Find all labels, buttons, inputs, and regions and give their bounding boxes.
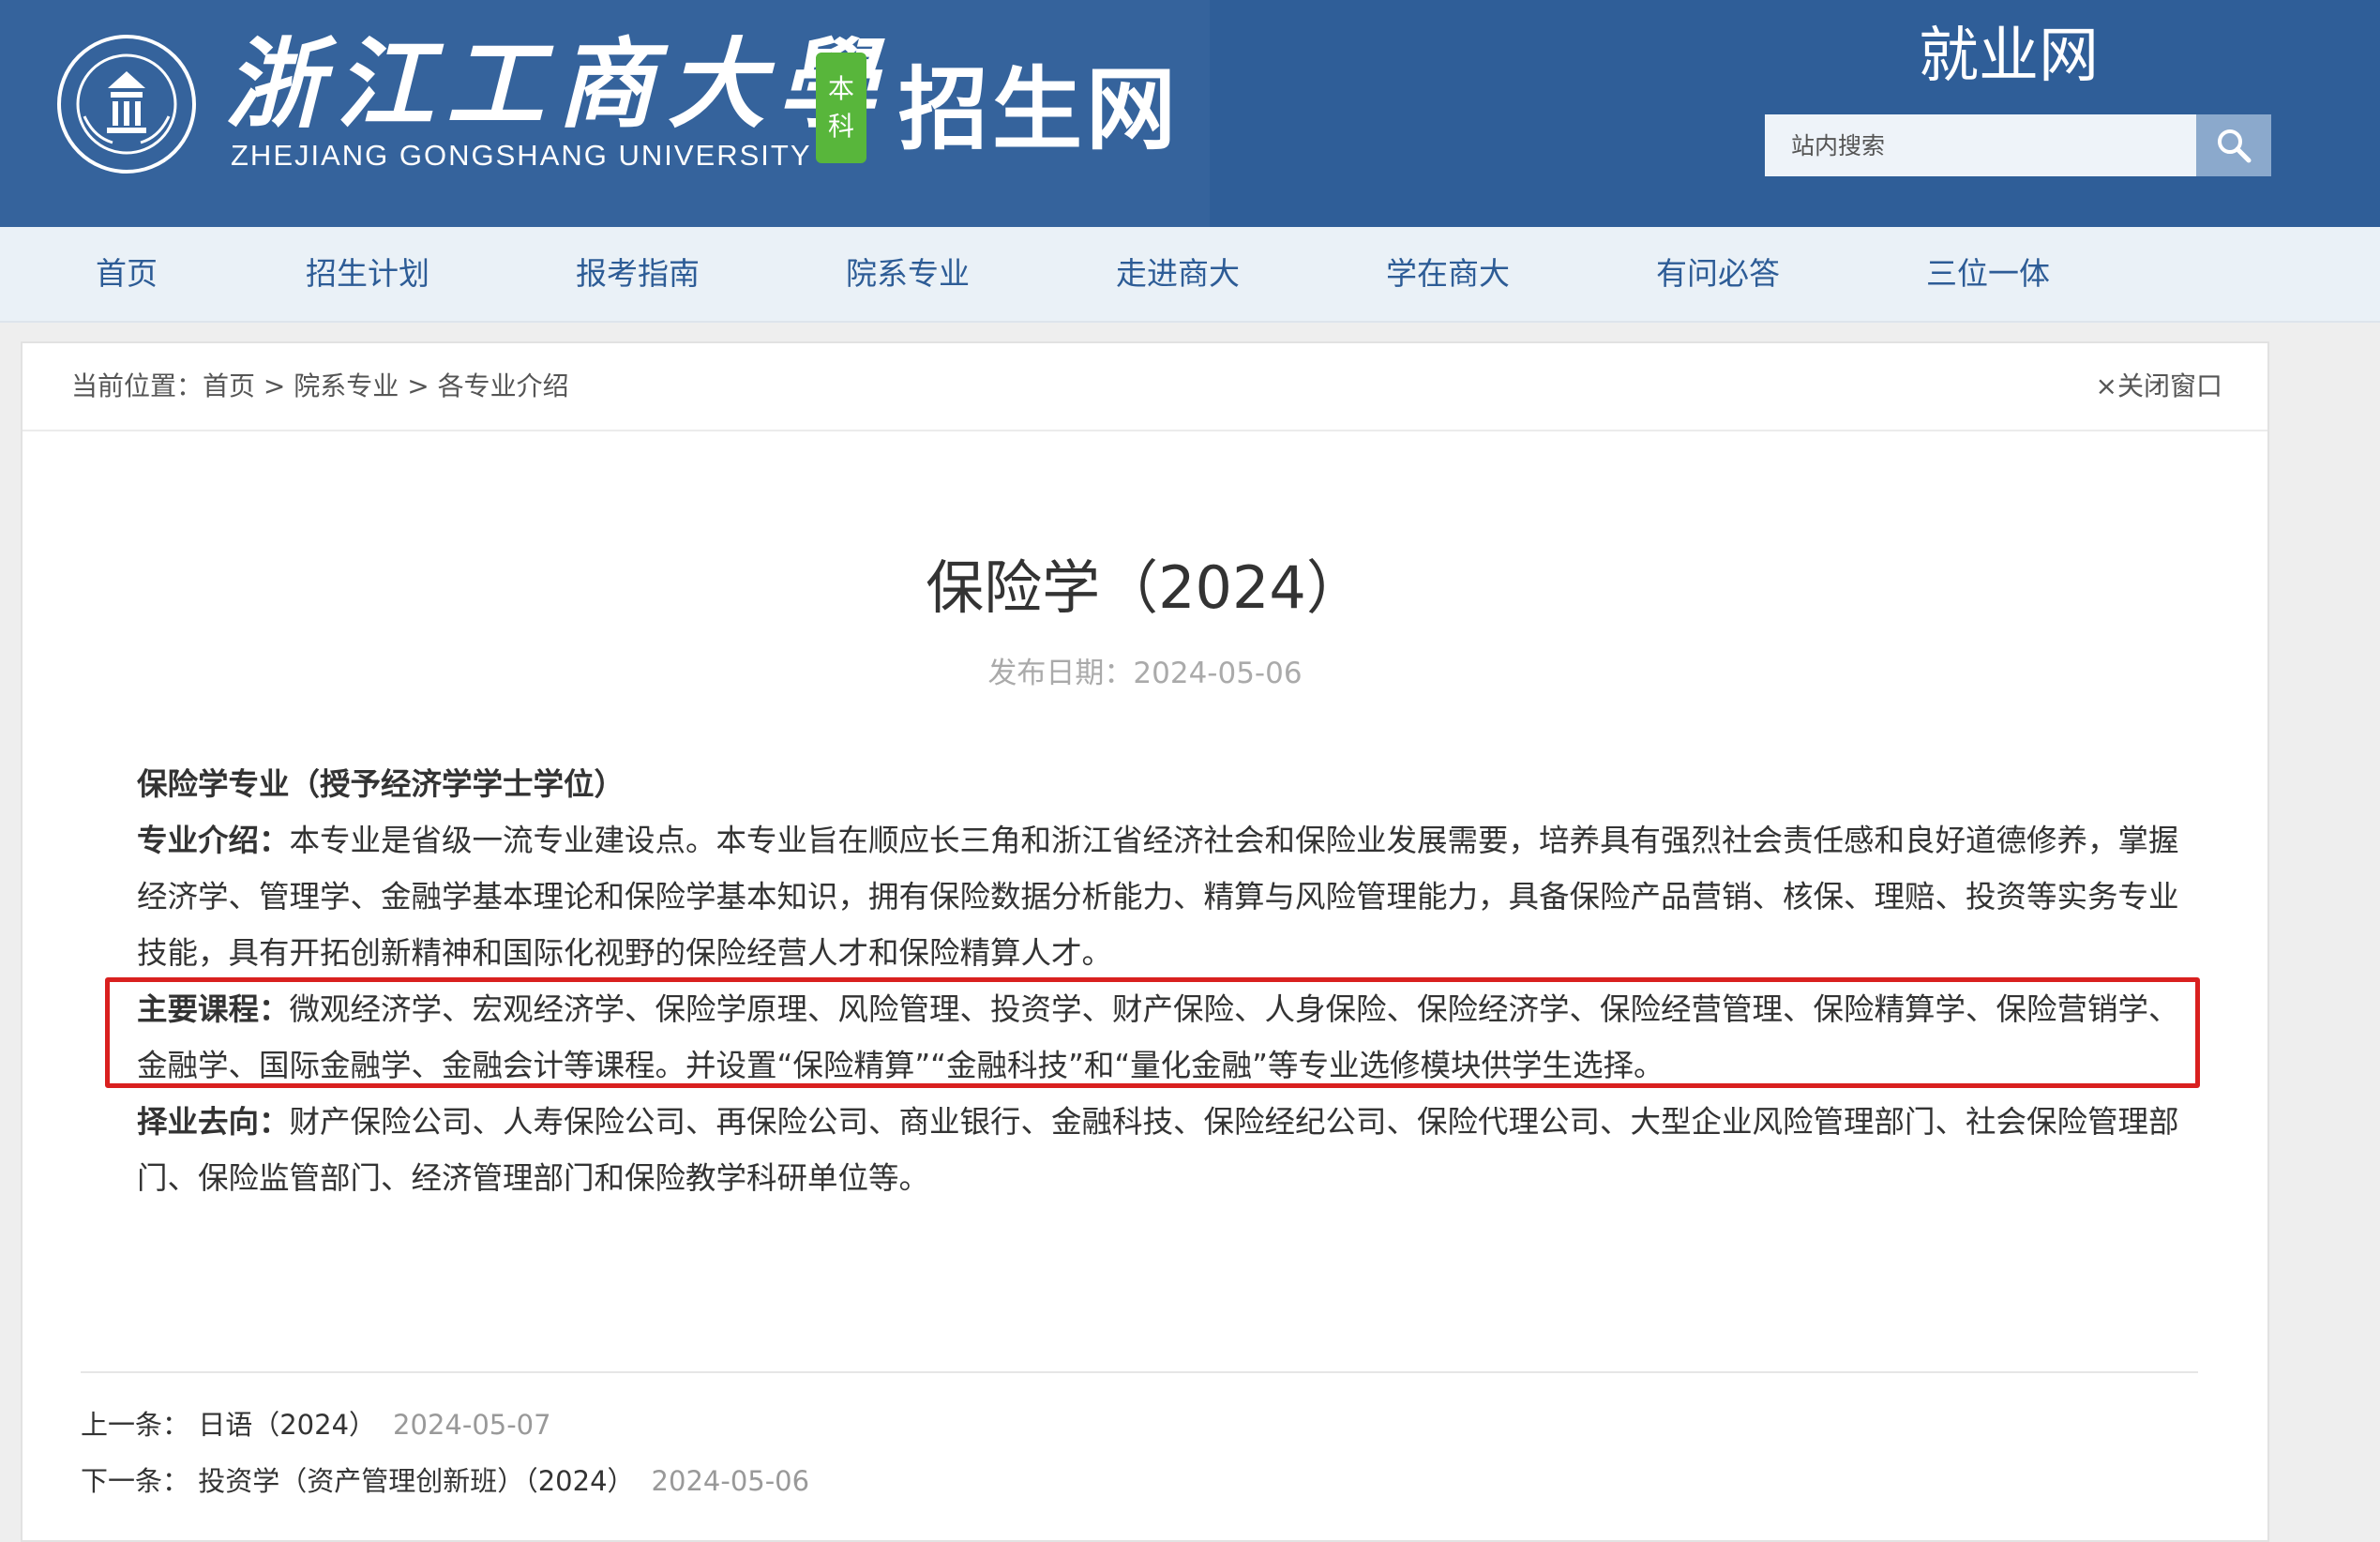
nav-item-three-in-one[interactable]: 三位一体 bbox=[1926, 227, 2050, 321]
next-article-date: 2024-05-06 bbox=[651, 1465, 810, 1497]
major-heading: 保险学专业（授予经济学学士学位） bbox=[137, 756, 2181, 812]
breadcrumb-separator: > bbox=[255, 370, 294, 401]
prev-article-date: 2024-05-07 bbox=[393, 1409, 551, 1441]
breadcrumb: 当前位置：首页 > 院系专业 > 各专业介绍 bbox=[71, 366, 569, 403]
intro-text: 本专业是省级一流专业建设点。本专业旨在顺应长三角和浙江省经济社会和保险业发展需要… bbox=[137, 823, 2179, 971]
search-button[interactable] bbox=[2196, 114, 2271, 176]
breadcrumb-bar: 当前位置：首页 > 院系专业 > 各专业介绍 ×关闭窗口 bbox=[23, 343, 2267, 431]
next-label: 下一条： bbox=[81, 1465, 190, 1497]
site-header: 浙江工商大學 ZHEJIANG GONGSHANG UNIVERSITY 本 科… bbox=[0, 0, 2380, 227]
careers-text: 财产保险公司、人寿保险公司、再保险公司、商业银行、金融科技、保险经纪公司、保险代… bbox=[137, 1104, 2179, 1196]
nav-item-departments[interactable]: 院系专业 bbox=[846, 227, 970, 321]
careers-paragraph: 择业去向：财产保险公司、人寿保险公司、再保险公司、商业银行、金融科技、保险经纪公… bbox=[137, 1094, 2181, 1206]
university-name-en: ZHEJIANG GONGSHANG UNIVERSITY bbox=[231, 139, 812, 172]
nav-item-application-guide[interactable]: 报考指南 bbox=[576, 227, 700, 321]
nav-item-about[interactable]: 走进商大 bbox=[1116, 227, 1240, 321]
next-article: 下一条： 投资学（资产管理创新班）（2024） 2024-05-06 bbox=[81, 1459, 809, 1499]
nav-item-enrollment-plan[interactable]: 招生计划 bbox=[306, 227, 429, 321]
publish-date: 发布日期：2024-05-06 bbox=[987, 657, 1303, 690]
university-name-cn: 浙江工商大學 bbox=[225, 26, 890, 142]
site-name: 招生网 bbox=[898, 57, 1180, 162]
employment-link[interactable]: 就业网 bbox=[1919, 17, 2099, 96]
breadcrumb-separator: > bbox=[399, 370, 438, 401]
courses-highlight-box bbox=[105, 977, 2200, 1088]
careers-label: 择业去向： bbox=[137, 1104, 290, 1140]
intro-label: 专业介绍： bbox=[137, 823, 290, 858]
close-window-button[interactable]: ×关闭窗口 bbox=[2096, 366, 2222, 403]
main-nav: 首页 招生计划 报考指南 院系专业 走进商大 学在商大 有问必答 三位一体 bbox=[0, 227, 2380, 323]
prev-label: 上一条： bbox=[81, 1409, 190, 1441]
badge-char: 本 bbox=[827, 73, 854, 104]
badge-char: 科 bbox=[827, 111, 854, 142]
prev-article: 上一条： 日语（2024） 2024-05-07 bbox=[81, 1403, 551, 1443]
university-emblem-icon bbox=[57, 35, 196, 174]
divider bbox=[81, 1371, 2198, 1373]
major-heading-text: 保险学专业（授予经济学学士学位） bbox=[137, 766, 625, 802]
nav-item-study[interactable]: 学在商大 bbox=[1386, 227, 1510, 321]
nav-item-faq[interactable]: 有问必答 bbox=[1656, 227, 1780, 321]
breadcrumb-departments[interactable]: 院系专业 bbox=[294, 370, 399, 401]
breadcrumb-home[interactable]: 首页 bbox=[203, 370, 255, 401]
nav-item-home[interactable]: 首页 bbox=[96, 227, 158, 321]
content-panel: 当前位置：首页 > 院系专业 > 各专业介绍 ×关闭窗口 保险学（2024） 发… bbox=[21, 341, 2269, 1542]
prev-article-link[interactable]: 日语（2024） bbox=[198, 1409, 376, 1441]
breadcrumb-current[interactable]: 各专业介绍 bbox=[438, 370, 569, 401]
intro-paragraph: 专业介绍：本专业是省级一流专业建设点。本专业旨在顺应长三角和浙江省经济社会和保险… bbox=[137, 812, 2181, 981]
search-input[interactable] bbox=[1765, 114, 2196, 176]
article-title: 保险学（2024） bbox=[926, 553, 1364, 622]
undergraduate-badge: 本 科 bbox=[816, 53, 866, 163]
search-icon bbox=[2218, 129, 2252, 163]
breadcrumb-prefix: 当前位置： bbox=[71, 370, 203, 401]
brand-block[interactable]: 浙江工商大學 ZHEJIANG GONGSHANG UNIVERSITY 本 科… bbox=[0, 0, 1210, 227]
next-article-link[interactable]: 投资学（资产管理创新班）（2024） bbox=[198, 1465, 634, 1497]
